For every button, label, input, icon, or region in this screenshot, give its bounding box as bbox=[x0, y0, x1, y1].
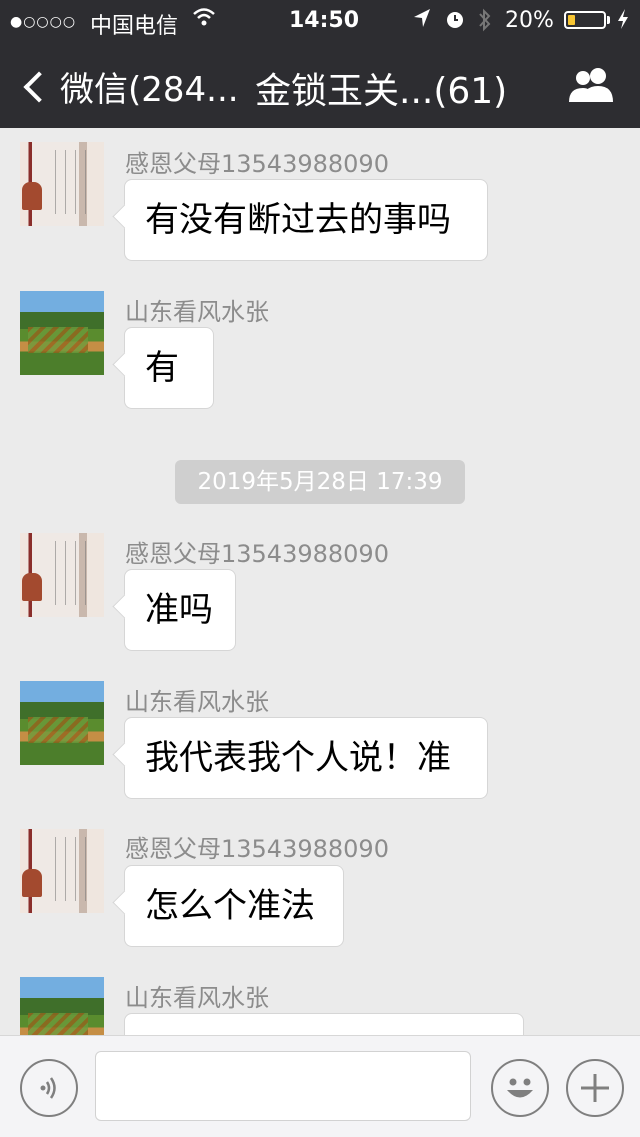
battery-icon bbox=[564, 11, 606, 29]
sender-name: 山东看风水张 bbox=[125, 688, 269, 716]
message-input[interactable] bbox=[95, 1051, 471, 1121]
signal-strength: ●○○○○ bbox=[10, 14, 77, 30]
status-time: 14:50 bbox=[289, 8, 360, 33]
voice-icon[interactable] bbox=[20, 1059, 78, 1117]
message-bubble[interactable] bbox=[124, 1013, 524, 1035]
message-bubble[interactable]: 有没有断过去的事吗 bbox=[124, 179, 488, 261]
location-arrow-icon bbox=[413, 8, 431, 34]
wifi-icon bbox=[192, 6, 216, 34]
avatar[interactable] bbox=[20, 977, 104, 1035]
sender-name: 感恩父母13543988090 bbox=[125, 540, 389, 568]
chat-title: 金锁玉关...(61) bbox=[255, 71, 508, 112]
avatar[interactable] bbox=[20, 829, 104, 913]
sender-name: 感恩父母13543988090 bbox=[125, 835, 389, 863]
sender-name: 感恩父母13543988090 bbox=[125, 150, 389, 178]
plus-icon[interactable] bbox=[566, 1059, 624, 1117]
alarm-icon bbox=[444, 8, 466, 36]
group-members-icon[interactable] bbox=[566, 64, 616, 104]
avatar[interactable] bbox=[20, 291, 104, 375]
avatar[interactable] bbox=[20, 681, 104, 765]
bluetooth-icon bbox=[477, 8, 493, 38]
sender-name: 山东看风水张 bbox=[125, 984, 269, 1012]
timestamp-label: 2019年5月28日 17:39 bbox=[175, 460, 465, 504]
avatar[interactable] bbox=[20, 142, 104, 226]
message-bubble[interactable]: 准吗 bbox=[124, 569, 236, 651]
input-bar bbox=[0, 1035, 640, 1137]
status-bar: ●○○○○ 中国电信 14:50 20% bbox=[0, 0, 640, 40]
back-button[interactable]: 微信(284... bbox=[20, 62, 239, 111]
top-bar: ●○○○○ 中国电信 14:50 20% 微信(284... 金锁玉关...(6… bbox=[0, 0, 640, 128]
battery-level-fill bbox=[568, 15, 575, 25]
emoji-icon[interactable] bbox=[491, 1059, 549, 1117]
back-chevron-icon bbox=[23, 70, 55, 103]
carrier-name: 中国电信 bbox=[90, 14, 179, 39]
sender-name: 山东看风水张 bbox=[125, 298, 269, 326]
message-bubble[interactable]: 怎么个准法 bbox=[124, 865, 344, 947]
charging-icon bbox=[617, 8, 629, 36]
back-label: 微信(284... bbox=[60, 70, 239, 110]
message-bubble[interactable]: 我代表我个人说！准 bbox=[124, 717, 488, 799]
avatar[interactable] bbox=[20, 533, 104, 617]
message-bubble[interactable]: 有 bbox=[124, 327, 214, 409]
battery-percentage: 20% bbox=[505, 8, 554, 33]
battery-tip bbox=[607, 16, 610, 24]
chat-area[interactable]: 感恩父母13543988090 有没有断过去的事吗 山东看风水张 有 2019年… bbox=[0, 128, 640, 1035]
